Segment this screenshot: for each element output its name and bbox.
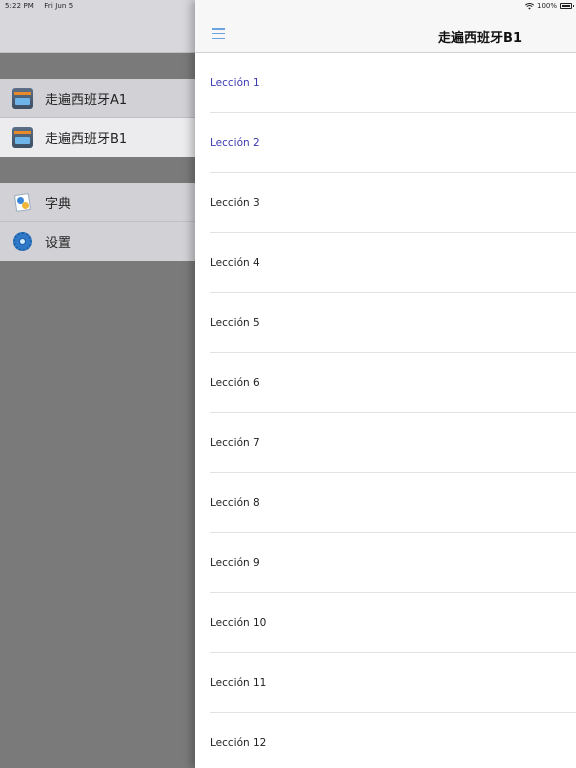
lesson-item-1[interactable]: Lección 1 [195,53,576,113]
lesson-item-7[interactable]: Lección 7 [195,413,576,473]
battery-percent: 100% [536,2,557,10]
status-time: 5:22 PM [5,2,34,10]
sidebar-item-settings[interactable]: 设置 [0,222,195,261]
page-title: 走遍西班牙B1 [438,31,522,46]
gear-icon [12,231,33,252]
lesson-item-3[interactable]: Lección 3 [195,173,576,233]
lesson-list: Lección 1 Lección 2 Lección 3 Lección 4 … [195,53,576,768]
main-panel: 走遍西班牙B1 Lección 1 Lección 2 Lección 3 Le… [195,0,576,768]
sidebar-item-dictionary[interactable]: 字典 [0,183,195,222]
dictionary-icon [12,192,33,213]
sidebar-item-label: 走遍西班牙B1 [45,132,128,147]
book-icon [12,127,33,148]
lesson-item-10[interactable]: Lección 10 [195,593,576,653]
battery-icon [560,3,574,9]
sidebar-item-label: 设置 [45,236,72,251]
lesson-item-9[interactable]: Lección 9 [195,533,576,593]
lesson-item-6[interactable]: Lección 6 [195,353,576,413]
sidebar-tools-group: 字典 设置 [0,183,195,261]
lesson-item-12[interactable]: Lección 12 [195,713,576,768]
lesson-item-4[interactable]: Lección 4 [195,233,576,293]
wifi-icon [524,2,534,10]
sidebar-books-group: 走遍西班牙A1 走遍西班牙B1 [0,79,195,157]
sidebar-item-book-a1[interactable]: 走遍西班牙A1 [0,79,195,118]
status-date: Fri Jun 5 [44,2,74,10]
sidebar: 走遍西班牙A1 走遍西班牙B1 字典 设置 [0,0,195,768]
hamburger-menu-icon[interactable] [212,28,225,39]
status-bar: 5:22 PM Fri Jun 5 100% [0,0,576,12]
lesson-item-2[interactable]: Lección 2 [195,113,576,173]
lesson-item-5[interactable]: Lección 5 [195,293,576,353]
book-icon [12,87,33,109]
lesson-item-8[interactable]: Lección 8 [195,473,576,533]
sidebar-item-label: 字典 [45,196,72,212]
sidebar-item-book-b1[interactable]: 走遍西班牙B1 [0,118,195,157]
lesson-item-11[interactable]: Lección 11 [195,653,576,713]
sidebar-item-label: 走遍西班牙A1 [45,92,128,108]
